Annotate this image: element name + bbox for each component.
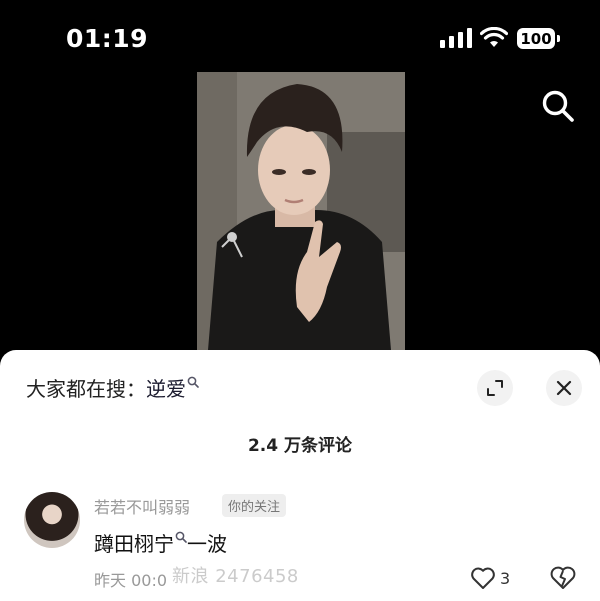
comment-body: 蹲田栩宁 一波 <box>94 528 227 557</box>
close-button[interactable] <box>546 370 582 406</box>
comment-username[interactable]: 若若不叫弱弱 <box>94 494 190 518</box>
battery-tip <box>557 35 560 42</box>
battery-indicator: 100 <box>517 28 555 49</box>
status-bar: 01:19 100 <box>0 0 600 70</box>
comment-search-link[interactable]: 蹲田栩宁 <box>94 532 174 556</box>
broken-heart-icon[interactable] <box>549 565 577 591</box>
heart-outline-icon <box>471 567 495 589</box>
comment-timestamp: 昨天 00:0 <box>94 571 168 590</box>
search-icon[interactable] <box>540 88 576 124</box>
signal-icon <box>440 28 472 48</box>
expand-icon <box>487 380 503 396</box>
video-player[interactable] <box>197 72 405 362</box>
trending-search-link[interactable]: 大家都在搜：逆爱 <box>26 373 199 402</box>
video-frame-image <box>197 72 405 362</box>
wifi-icon <box>480 27 508 47</box>
expand-button[interactable] <box>477 370 513 406</box>
follow-badge: 你的关注 <box>222 494 287 517</box>
small-search-icon <box>187 376 199 389</box>
trending-search-label: 大家都在搜： <box>26 377 146 401</box>
close-icon <box>556 380 572 396</box>
status-time: 01:19 <box>66 24 149 53</box>
small-search-icon <box>175 531 187 544</box>
trending-search-keyword: 逆爱 <box>146 377 186 401</box>
comment-count-title: 2.4 万条评论 <box>247 436 353 456</box>
avatar[interactable] <box>24 492 80 548</box>
watermark: 新浪 2476458 <box>172 566 299 587</box>
like-count: 3 <box>500 568 511 588</box>
like-button[interactable]: 3 <box>470 565 510 591</box>
comment-text-rest: 一波 <box>187 532 227 556</box>
